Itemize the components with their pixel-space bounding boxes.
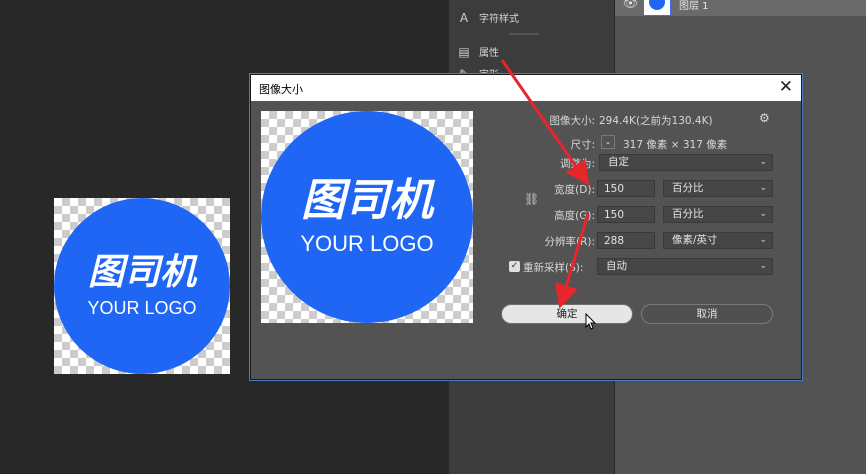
cancel-button[interactable]: 取消 — [641, 304, 773, 324]
image-size-value: 294.4K(之前为130.4K) — [599, 115, 713, 127]
resample-label: 重新采样(S): — [523, 262, 584, 274]
resolution-unit-value: 像素/英寸 — [672, 234, 718, 246]
width-input[interactable]: 150 — [597, 180, 655, 197]
fit-label: 调整为: — [559, 158, 595, 170]
fit-select-value: 自定 — [608, 156, 629, 168]
resample-select[interactable]: 自动 ⌄ — [597, 258, 773, 275]
image-size-dialog: 图像大小 ✕ 图司机 YOUR LOGO 图像大小: 294.4K(之前为130… — [250, 74, 802, 380]
width-unit-value: 百分比 — [672, 182, 704, 194]
preview-logo-chinese: 图司机 — [301, 175, 433, 226]
ok-button[interactable]: 确定 — [501, 304, 633, 324]
dimensions-dropdown-icon[interactable]: ⌄ — [601, 135, 615, 149]
width-unit-select[interactable]: 百分比 ⌄ — [663, 180, 773, 197]
dialog-title: 图像大小 — [259, 83, 303, 96]
char-style-icon: A — [459, 10, 469, 25]
dimensions-label: 尺寸: — [570, 139, 595, 151]
resample-select-value: 自动 — [606, 260, 627, 272]
canvas-logo-english: YOUR LOGO — [87, 298, 197, 318]
height-input[interactable]: 150 — [597, 206, 655, 223]
chevron-down-icon: ⌄ — [759, 157, 767, 167]
layer-row[interactable]: 👁 图层 1 — [615, 0, 866, 16]
preview-image: 图司机 YOUR LOGO — [261, 111, 473, 323]
preview-logo-english: YOUR LOGO — [300, 231, 434, 256]
divider — [509, 33, 539, 35]
chevron-down-icon: ⌄ — [759, 235, 767, 245]
properties-item[interactable]: ▤ 属性 — [457, 44, 499, 60]
preview-logo-circle: 图司机 YOUR LOGO — [261, 111, 473, 323]
dimensions-value: 317 像素 × 317 像素 — [623, 139, 728, 151]
dialog-titlebar: 图像大小 ✕ — [251, 75, 801, 101]
height-label: 高度(G): — [554, 210, 595, 222]
properties-icon: ▤ — [458, 44, 470, 59]
resample-checkbox[interactable]: ✓ — [509, 261, 520, 272]
mouse-cursor-icon — [585, 313, 597, 330]
chevron-down-icon: ⌄ — [759, 183, 767, 193]
height-unit-select[interactable]: 百分比 ⌄ — [663, 206, 773, 223]
canvas-logo-chinese: 图司机 — [87, 252, 196, 293]
height-unit-value: 百分比 — [672, 208, 704, 220]
close-icon[interactable]: ✕ — [779, 77, 793, 97]
settings-gear-icon[interactable]: ⚙ — [759, 111, 770, 125]
properties-label: 属性 — [479, 48, 499, 59]
resolution-input[interactable]: 288 — [597, 232, 655, 249]
layer-thumbnail — [643, 0, 671, 16]
chevron-down-icon: ⌄ — [759, 209, 767, 219]
chevron-down-icon: ⌄ — [759, 261, 767, 271]
char-style-item[interactable]: A 字符样式 — [457, 10, 519, 26]
eye-icon[interactable]: 👁 — [623, 0, 638, 10]
resolution-label: 分辨率(R): — [544, 236, 595, 248]
width-label: 宽度(D): — [554, 184, 595, 196]
fit-select[interactable]: 自定 ⌄ — [599, 154, 773, 171]
layer-name[interactable]: 图层 1 — [679, 0, 709, 12]
resolution-unit-select[interactable]: 像素/英寸 ⌄ — [663, 232, 773, 249]
canvas-logo-circle: 图司机 YOUR LOGO — [54, 198, 230, 374]
char-style-label: 字符样式 — [479, 14, 519, 25]
image-size-label: 图像大小: — [549, 115, 595, 127]
canvas-image: 图司机 YOUR LOGO — [54, 198, 230, 374]
